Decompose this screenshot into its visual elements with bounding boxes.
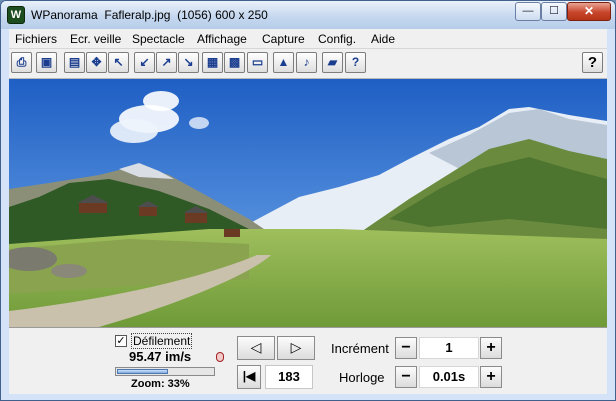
menu-ecr-veille[interactable]: Ecr. veille [70, 32, 121, 46]
help-button[interactable]: ? [582, 52, 603, 73]
move-button[interactable]: ✥ [86, 52, 107, 73]
clock-field[interactable]: 0.01s [419, 366, 479, 388]
landscape-button[interactable]: ▲ [273, 52, 294, 73]
maximize-button[interactable]: ☐ [541, 2, 567, 21]
arrow-down-left-icon: ↙ [139, 55, 150, 69]
app-name: WPanorama [31, 8, 98, 22]
screen-fit-button[interactable]: ▦ [202, 52, 223, 73]
screen-wide-icon: ▭ [251, 55, 264, 69]
print-button[interactable]: ⎙ [11, 52, 32, 73]
page-icon: ▤ [68, 55, 81, 69]
close-button[interactable]: ✕ [567, 2, 611, 21]
page-button[interactable]: ▤ [64, 52, 85, 73]
zoom-slider[interactable] [115, 367, 215, 376]
question-mark-icon: ? [587, 54, 598, 71]
minimize-button[interactable]: — [515, 2, 541, 21]
help-book-button[interactable]: ? [345, 52, 366, 73]
print-icon: ⎙ [16, 55, 27, 69]
arrow-down-right-button[interactable]: ↘ [178, 52, 199, 73]
increment-field[interactable]: 1 [419, 337, 479, 359]
app-logo-icon: W [7, 6, 25, 24]
menu-spectacle[interactable]: Spectacle [132, 32, 185, 46]
image-button[interactable]: ▣ [36, 52, 57, 73]
triangle-right-icon: ▷ [290, 339, 302, 355]
increment-minus-button[interactable]: − [395, 337, 417, 359]
menu-capture[interactable]: Capture [262, 32, 305, 46]
landscape-icon: ▲ [277, 55, 290, 69]
panorama-image [9, 79, 607, 327]
control-panel: ✓ Défilement 95.47 im/s Zoom: 33% ◁ ▷ |◀… [9, 327, 607, 394]
panorama-viewport[interactable] [9, 79, 607, 327]
book-icon: ▰ [327, 55, 338, 69]
image-icon: ▣ [40, 55, 53, 69]
first-frame-button[interactable]: |◀ [237, 365, 261, 389]
clock-minus-button[interactable]: − [395, 366, 417, 388]
sound-button[interactable]: ♪ [296, 52, 317, 73]
image-info: (1056) 600 x 250 [177, 8, 268, 22]
book-button[interactable]: ▰ [322, 52, 343, 73]
mouse-icon [216, 352, 224, 362]
move-icon: ✥ [91, 55, 102, 69]
menu-config[interactable]: Config. [318, 32, 356, 46]
sound-icon: ♪ [303, 55, 310, 69]
screen-full-icon: ▩ [228, 55, 241, 69]
arrow-up-right-button[interactable]: ↗ [156, 52, 177, 73]
skip-back-icon: |◀ [242, 369, 256, 383]
increment-label: Incrément [331, 341, 389, 356]
frame-number-field[interactable]: 183 [265, 365, 313, 389]
previous-button[interactable]: ◁ [237, 336, 275, 360]
triangle-left-icon: ◁ [250, 339, 262, 355]
arrow-down-right-icon: ↘ [183, 55, 194, 69]
screen-fit-icon: ▦ [206, 55, 219, 69]
arrow-up-left-button[interactable]: ↖ [108, 52, 129, 73]
scroll-label[interactable]: Défilement [131, 333, 193, 349]
help-book-icon: ? [351, 55, 360, 69]
scroll-checkbox[interactable]: ✓ [115, 335, 127, 347]
app-window: W WPanorama Fafleralp.jpg (1056) 600 x 2… [0, 0, 616, 401]
menu-fichiers[interactable]: Fichiers [15, 32, 57, 46]
toolbar: ⎙ ▣ ▤ ✥ ↖ ↙ ↗ ↘ ▦ ▩ ▭ ▲ ♪ ▰ ? ? [9, 49, 607, 79]
zoom-slider-fill [117, 369, 168, 374]
arrow-up-right-icon: ↗ [161, 55, 172, 69]
increment-plus-button[interactable]: + [480, 337, 502, 359]
screen-full-button[interactable]: ▩ [224, 52, 245, 73]
arrow-down-left-button[interactable]: ↙ [134, 52, 155, 73]
title-bar[interactable]: W WPanorama Fafleralp.jpg (1056) 600 x 2… [1, 1, 615, 29]
speed-readout: 95.47 im/s [129, 349, 192, 364]
arrow-up-left-icon: ↖ [113, 55, 124, 69]
menu-bar: Fichiers Ecr. veille Spectacle Affichage… [9, 29, 607, 49]
screen-wide-button[interactable]: ▭ [247, 52, 268, 73]
clock-plus-button[interactable]: + [480, 366, 502, 388]
clock-label: Horloge [339, 370, 385, 385]
zoom-label: Zoom: 33% [131, 378, 190, 390]
window-title: WPanorama Fafleralp.jpg (1056) 600 x 250 [31, 8, 268, 22]
file-name: Fafleralp.jpg [104, 8, 171, 22]
next-button[interactable]: ▷ [277, 336, 315, 360]
menu-affichage[interactable]: Affichage [197, 32, 247, 46]
menu-aide[interactable]: Aide [371, 32, 395, 46]
